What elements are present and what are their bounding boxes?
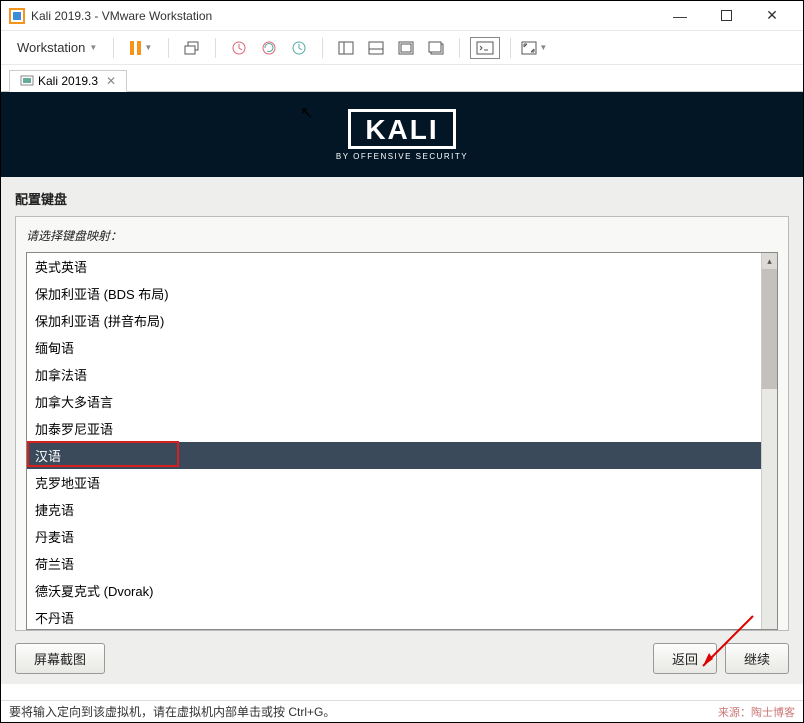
continue-button[interactable]: 继续 xyxy=(725,643,789,674)
listbox-scrollbar[interactable]: ▴ xyxy=(761,253,777,629)
installer-main: 请选择键盘映射： 英式英语保加利亚语 (BDS 布局)保加利亚语 (拼音布局)缅… xyxy=(15,216,789,631)
workstation-menu-label: Workstation xyxy=(17,40,85,55)
list-item[interactable]: 捷克语 xyxy=(27,496,761,523)
toolbar-separator xyxy=(215,38,216,58)
snapshot-take-button[interactable] xyxy=(226,35,252,61)
snapshot-revert-button[interactable] xyxy=(256,35,282,61)
kali-logo-text: KALI xyxy=(365,116,438,144)
toolbar-separator xyxy=(168,38,169,58)
vm-tab[interactable]: Kali 2019.3 ✕ xyxy=(9,70,127,92)
workstation-menu[interactable]: Workstation ▼ xyxy=(11,36,103,59)
caret-down-icon: ▼ xyxy=(89,43,97,52)
vm-guest-screen[interactable]: ↖ KALI BY OFFENSIVE SECURITY 配置键盘 请选择键盘映… xyxy=(1,91,803,684)
scroll-up-icon[interactable]: ▴ xyxy=(762,253,777,269)
list-item[interactable]: 克罗地亚语 xyxy=(27,469,761,496)
list-item[interactable]: 保加利亚语 (BDS 布局) xyxy=(27,280,761,307)
back-button[interactable]: 返回 xyxy=(653,643,717,674)
snapshot-manager-button[interactable] xyxy=(286,35,312,61)
kali-banner: ↖ KALI BY OFFENSIVE SECURITY xyxy=(1,92,803,177)
vmware-app-icon xyxy=(9,8,25,24)
close-tab-icon[interactable]: ✕ xyxy=(106,74,116,88)
screenshot-button[interactable]: 屏幕截图 xyxy=(15,643,105,674)
watermark-text: 来源：陶士博客 xyxy=(718,704,795,720)
toolbar-separator xyxy=(322,38,323,58)
pause-icon xyxy=(130,41,141,55)
view-button-3[interactable] xyxy=(393,35,419,61)
installer-step-title: 配置键盘 xyxy=(1,189,803,216)
toolbar: Workstation ▼ ▼ ▼ xyxy=(1,31,803,65)
vm-tab-label: Kali 2019.3 xyxy=(38,74,98,88)
vm-tab-bar: Kali 2019.3 ✕ xyxy=(1,65,803,91)
minimize-button[interactable]: — xyxy=(657,1,703,31)
console-button[interactable] xyxy=(470,37,500,59)
list-item[interactable]: 荷兰语 xyxy=(27,550,761,577)
window-title: Kali 2019.3 - VMware Workstation xyxy=(31,9,657,23)
installer-button-row: 屏幕截图 返回 继续 xyxy=(1,631,803,684)
kali-logo: KALI xyxy=(348,109,455,149)
view-button-2[interactable] xyxy=(363,35,389,61)
list-item[interactable]: 德沃夏克式 (Dvorak) xyxy=(27,577,761,604)
maximize-button[interactable] xyxy=(703,1,749,31)
list-item[interactable]: 丹麦语 xyxy=(27,523,761,550)
pause-vm-button[interactable]: ▼ xyxy=(124,35,158,61)
fullscreen-button[interactable]: ▼ xyxy=(521,35,547,61)
list-item[interactable]: 加泰罗尼亚语 xyxy=(27,415,761,442)
installer-prompt: 请选择键盘映射： xyxy=(26,227,778,244)
window-titlebar: Kali 2019.3 - VMware Workstation — ✕ xyxy=(1,1,803,31)
installer-panel: 配置键盘 请选择键盘映射： 英式英语保加利亚语 (BDS 布局)保加利亚语 (拼… xyxy=(1,177,803,684)
status-bar: 要将输入定向到该虚拟机，请在虚拟机内部单击或按 Ctrl+G。 来源：陶士博客 xyxy=(1,700,803,722)
list-item[interactable]: 保加利亚语 (拼音布局) xyxy=(27,307,761,334)
toolbar-separator xyxy=(113,38,114,58)
keyboard-layout-listbox[interactable]: 英式英语保加利亚语 (BDS 布局)保加利亚语 (拼音布局)缅甸语加拿法语加拿大… xyxy=(26,252,778,630)
kali-subtitle: BY OFFENSIVE SECURITY xyxy=(336,152,468,161)
cursor-icon: ↖ xyxy=(300,103,313,123)
close-button[interactable]: ✕ xyxy=(749,1,795,31)
status-hint: 要将输入定向到该虚拟机，请在虚拟机内部单击或按 Ctrl+G。 xyxy=(9,703,335,720)
list-item[interactable]: 不丹语 xyxy=(27,604,761,629)
toolbar-separator xyxy=(510,38,511,58)
caret-down-icon: ▼ xyxy=(144,43,152,52)
send-ctrl-alt-del-button[interactable] xyxy=(179,35,205,61)
view-button-4[interactable] xyxy=(423,35,449,61)
view-button-1[interactable] xyxy=(333,35,359,61)
vm-icon xyxy=(20,74,34,88)
caret-down-icon: ▼ xyxy=(539,43,547,52)
toolbar-separator xyxy=(459,38,460,58)
list-item[interactable]: 加拿大多语言 xyxy=(27,388,761,415)
list-item[interactable]: 加拿法语 xyxy=(27,361,761,388)
list-item[interactable]: 缅甸语 xyxy=(27,334,761,361)
scroll-thumb[interactable] xyxy=(762,269,777,389)
list-item[interactable]: 英式英语 xyxy=(27,253,761,280)
list-item[interactable]: 汉语 xyxy=(27,442,761,469)
